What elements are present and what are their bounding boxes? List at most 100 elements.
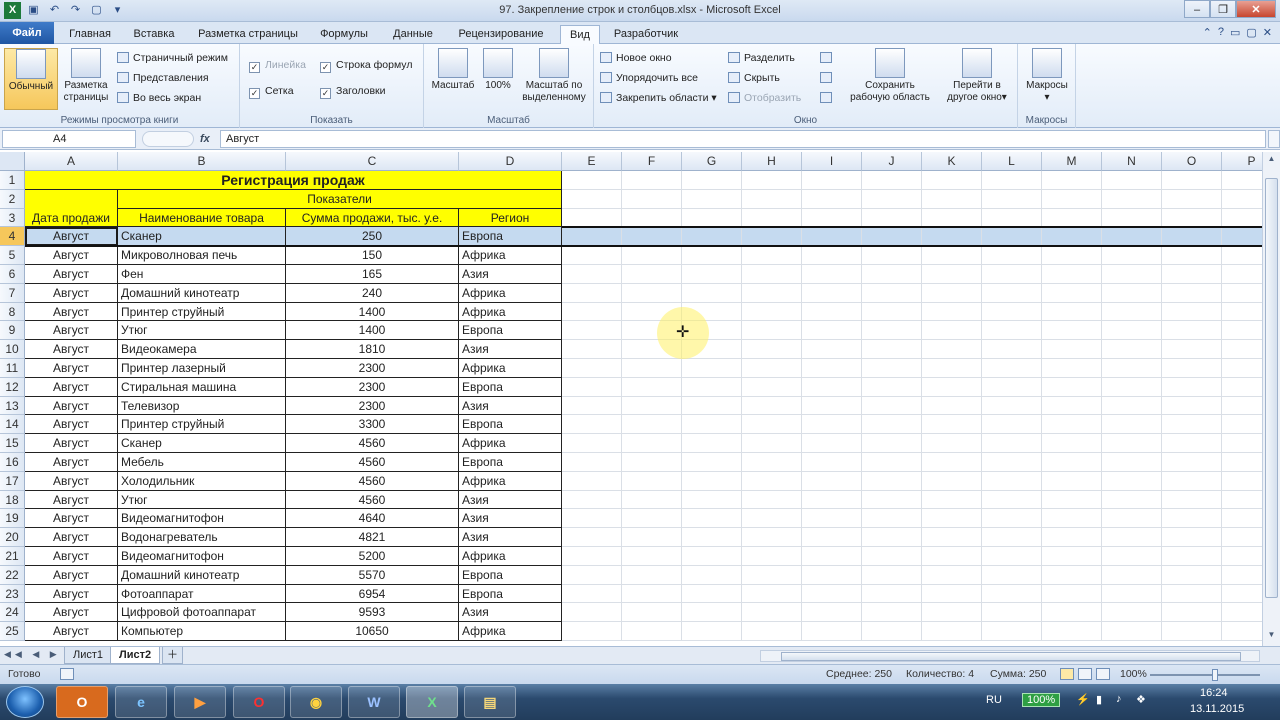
column-title[interactable]: Сумма продажи, тыс. у.е.: [286, 208, 459, 228]
table-cell[interactable]: Август: [25, 359, 118, 378]
table-cell[interactable]: Европа: [459, 377, 562, 397]
table-cell[interactable]: Азия: [459, 490, 562, 510]
switch-windows-button[interactable]: Перейти в другое окно▾: [938, 48, 1016, 104]
empty-cell[interactable]: [1102, 189, 1162, 209]
table-cell[interactable]: 240: [286, 283, 459, 303]
horizontal-scroll-thumb[interactable]: [781, 652, 1241, 661]
save-workspace-button[interactable]: Сохранить рабочую область: [844, 48, 936, 104]
ruler-checkbox[interactable]: ✓ Линейка: [249, 57, 306, 73]
zoom-100-button[interactable]: 100%: [480, 48, 516, 92]
empty-cell[interactable]: [802, 490, 862, 510]
empty-cell[interactable]: [562, 208, 622, 228]
empty-cell[interactable]: [1102, 622, 1162, 641]
empty-cell[interactable]: [982, 246, 1042, 265]
empty-cell[interactable]: [862, 453, 922, 472]
empty-cell[interactable]: [682, 509, 742, 529]
empty-cell[interactable]: [1162, 302, 1222, 322]
row-header[interactable]: 23: [0, 584, 25, 604]
empty-cell[interactable]: [562, 509, 622, 529]
empty-cell[interactable]: [922, 453, 982, 472]
table-cell[interactable]: Август: [25, 415, 118, 435]
empty-cell[interactable]: [622, 584, 682, 604]
empty-cell[interactable]: [1042, 584, 1102, 604]
empty-cell[interactable]: [562, 528, 622, 547]
empty-cell[interactable]: [742, 189, 802, 209]
empty-cell[interactable]: [1222, 359, 1262, 378]
column-title[interactable]: Дата продажи: [25, 208, 118, 228]
normal-view-status-icon[interactable]: [1060, 668, 1074, 680]
empty-cell[interactable]: [1042, 283, 1102, 303]
empty-cell[interactable]: [862, 227, 922, 247]
unhide-button[interactable]: Отобразить: [728, 90, 801, 106]
sheet-tab-1[interactable]: Лист1: [64, 647, 113, 664]
table-cell[interactable]: 9593: [286, 603, 459, 623]
explorer-taskbar-icon[interactable]: ▤: [464, 686, 516, 718]
empty-cell[interactable]: [622, 453, 682, 472]
empty-cell[interactable]: [1162, 547, 1222, 566]
empty-cell[interactable]: [1102, 227, 1162, 247]
empty-cell[interactable]: [1162, 471, 1222, 491]
insert-function-button[interactable]: fx: [200, 130, 216, 148]
empty-cell[interactable]: [862, 528, 922, 547]
empty-cell[interactable]: [742, 208, 802, 228]
empty-cell[interactable]: [802, 246, 862, 265]
column-header-k[interactable]: K: [922, 152, 982, 171]
vertical-scrollbar[interactable]: ▲ ▼: [1262, 152, 1280, 646]
empty-cell[interactable]: [1222, 321, 1262, 341]
empty-cell[interactable]: [982, 603, 1042, 623]
table-cell[interactable]: 1810: [286, 340, 459, 359]
table-cell[interactable]: Африка: [459, 547, 562, 566]
empty-cell[interactable]: [862, 490, 922, 510]
column-header-j[interactable]: J: [862, 152, 922, 171]
empty-cell[interactable]: [802, 283, 862, 303]
empty-cell[interactable]: [622, 490, 682, 510]
row-header[interactable]: 15: [0, 434, 25, 453]
empty-cell[interactable]: [802, 453, 862, 472]
empty-cell[interactable]: [1162, 171, 1222, 190]
empty-cell[interactable]: [682, 283, 742, 303]
maximize-button[interactable]: ❐: [1210, 0, 1236, 18]
empty-cell[interactable]: [802, 584, 862, 604]
empty-cell[interactable]: [862, 302, 922, 322]
table-cell[interactable]: Домашний кинотеатр: [118, 283, 286, 303]
table-cell[interactable]: 5570: [286, 565, 459, 585]
table-cell[interactable]: Африка: [459, 471, 562, 491]
empty-cell[interactable]: [562, 584, 622, 604]
page-layout-status-icon[interactable]: [1078, 668, 1092, 680]
table-title[interactable]: Регистрация продаж: [25, 171, 562, 190]
table-cell[interactable]: Видеомагнитофон: [118, 509, 286, 529]
empty-cell[interactable]: [562, 359, 622, 378]
column-header-b[interactable]: B: [118, 152, 286, 171]
empty-cell[interactable]: [982, 227, 1042, 247]
column-header-l[interactable]: L: [982, 152, 1042, 171]
empty-cell[interactable]: [562, 171, 622, 190]
group-header[interactable]: Показатели: [118, 189, 562, 209]
empty-cell[interactable]: [1042, 453, 1102, 472]
table-cell[interactable]: Европа: [459, 227, 562, 247]
empty-cell[interactable]: [622, 283, 682, 303]
empty-cell[interactable]: [802, 227, 862, 247]
macro-record-icon[interactable]: [60, 668, 74, 680]
empty-cell[interactable]: [922, 208, 982, 228]
empty-cell[interactable]: [1222, 397, 1262, 416]
table-cell[interactable]: 4821: [286, 528, 459, 547]
empty-cell[interactable]: [1162, 377, 1222, 397]
empty-cell[interactable]: [682, 584, 742, 604]
empty-cell[interactable]: [1162, 528, 1222, 547]
empty-cell[interactable]: [922, 283, 982, 303]
table-cell[interactable]: 2300: [286, 377, 459, 397]
clock-date[interactable]: 13.11.2015: [1190, 703, 1244, 715]
empty-cell[interactable]: [562, 547, 622, 566]
empty-cell[interactable]: [622, 471, 682, 491]
empty-cell[interactable]: [622, 415, 682, 435]
table-cell[interactable]: 6954: [286, 584, 459, 604]
table-cell[interactable]: Европа: [459, 565, 562, 585]
empty-cell[interactable]: [802, 528, 862, 547]
column-header-f[interactable]: F: [622, 152, 682, 171]
empty-cell[interactable]: [922, 171, 982, 190]
empty-cell[interactable]: [982, 265, 1042, 284]
volume-icon[interactable]: ♪: [1116, 693, 1122, 705]
empty-cell[interactable]: [1102, 396, 1162, 416]
empty-cell[interactable]: [982, 622, 1042, 641]
empty-cell[interactable]: [1042, 434, 1102, 453]
